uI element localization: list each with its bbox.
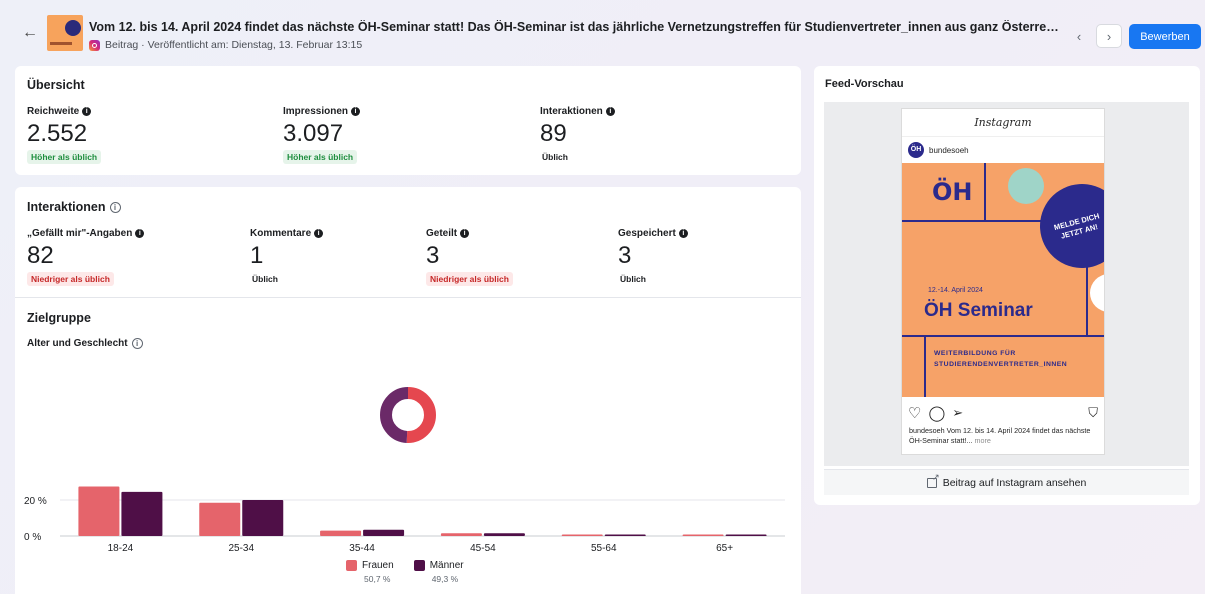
metric-impressions: Impressionen i 3.097 Höher als üblich	[283, 106, 361, 165]
instagram-icon	[89, 39, 100, 51]
legend-item-women: Frauen 50,7 %	[346, 560, 394, 584]
bar-men	[483, 533, 525, 536]
chart-legend: Frauen 50,7 % Männer 49,3 %	[346, 560, 464, 584]
avatar: ÖH	[908, 142, 924, 158]
image-badge-text: MELDE DICH JETZT AN!	[1052, 211, 1101, 241]
overview-title: Übersicht	[27, 78, 85, 92]
post-caption: bundesoeh Vom 12. bis 14. April 2024 fin…	[902, 426, 1104, 446]
metric-value: 3.097	[283, 120, 344, 147]
feed-preview-title: Feed-Vorschau	[825, 78, 904, 90]
legend-percent: 49,3 %	[431, 574, 459, 584]
bookmark-icon[interactable]: ⛉	[1088, 405, 1098, 421]
previous-post-button[interactable]: ‹	[1066, 24, 1092, 48]
metric-interactions: Interaktionen i 89 Üblich	[540, 106, 615, 165]
bar-women	[78, 486, 120, 536]
metric-reach: Reichweite i 2.552 Höher als üblich	[27, 106, 102, 165]
x-tick-label: 55-64	[591, 543, 617, 554]
comment-icon[interactable]: ◯	[928, 404, 945, 422]
share-icon[interactable]: ➢	[952, 405, 963, 421]
thumbnail-circle	[65, 20, 81, 36]
post-author: ÖH bundesoeh	[902, 137, 1104, 163]
thumbnail-bar	[50, 42, 72, 45]
bar-women	[561, 534, 603, 536]
x-tick-label: 65+	[716, 543, 733, 554]
image-teal-circle	[1008, 168, 1044, 204]
age-gender-chart: 20 % 0 % 18-24 25-34 35-44 45-54 55-64 65+	[24, 387, 785, 554]
external-link-icon	[926, 472, 940, 488]
bar-men	[242, 500, 284, 536]
post-image: ÖH MELDE DICH JETZT AN! 12.-14. April 20…	[902, 163, 1104, 397]
metric-value: 89	[540, 120, 567, 147]
x-tick-label: 45-54	[470, 543, 496, 554]
bar-men	[604, 534, 646, 536]
image-title: ÖH Seminar	[924, 300, 1033, 321]
author-name: bundesoeh	[929, 145, 969, 155]
instagram-header: Instagram	[902, 109, 1104, 137]
info-icon[interactable]: i	[605, 107, 615, 116]
bar-men	[363, 529, 405, 536]
bar-men	[725, 534, 767, 536]
x-tick-label: 25-34	[228, 543, 254, 554]
image-logo: ÖH	[932, 178, 973, 206]
post-header: ← Vom 12. bis 14. April 2024 findet das …	[0, 0, 1205, 62]
status-badge: Üblich	[542, 152, 568, 162]
bar-women	[682, 534, 724, 536]
info-icon[interactable]: i	[82, 107, 92, 116]
legend-swatch	[346, 560, 357, 571]
post-thumbnail	[47, 15, 83, 51]
bar-women	[440, 533, 482, 536]
bar-women	[199, 502, 241, 536]
caption-more-link[interactable]: more	[975, 436, 991, 445]
view-link-label: Beitrag auf Instagram ansehen	[942, 476, 1087, 489]
bar-men	[121, 491, 163, 536]
legend-item-men: Männer 49,3 %	[413, 560, 464, 584]
like-icon[interactable]: ♡	[908, 404, 921, 422]
metric-label: Impressionen	[283, 106, 349, 117]
image-line	[902, 335, 1104, 337]
metric-label: Reichweite	[27, 106, 80, 117]
image-date: 12.-14. April 2024	[928, 287, 983, 294]
status-badge: Höher als üblich	[283, 150, 358, 164]
legend-swatch	[413, 560, 425, 571]
status-badge: Höher als üblich	[27, 150, 102, 164]
overview-card: Übersicht Reichweite i 2.552 Höher als üb…	[15, 66, 801, 175]
post-title: Vom 12. bis 14. April 2024 findet das nä…	[89, 20, 1059, 34]
legend-percent: 50,7 %	[364, 574, 391, 584]
legend-label: Frauen	[362, 560, 394, 571]
post-actions: ♡ ◯ ➢ ⛉	[902, 397, 1104, 426]
x-tick-label: 18-24	[108, 543, 134, 554]
interactions-card: Interaktionen i „Gefällt mir"-Angaben i 8…	[15, 187, 801, 594]
legend-label: Männer	[429, 560, 464, 571]
bar-women	[320, 530, 362, 536]
caption-user: bundesoeh	[909, 426, 945, 435]
boost-button[interactable]: Bewerben	[1129, 24, 1201, 49]
instagram-post-preview: Instagram ÖH bundesoeh ÖH MELDE DICH JET…	[901, 108, 1105, 455]
image-subtitle: WEITERBILDUNG FÜR STUDIERENDENVERTRETER_…	[934, 350, 1068, 368]
metric-label: Interaktionen	[540, 106, 603, 117]
y-tick-label: 20 %	[24, 496, 47, 507]
feed-preview-card: Feed-Vorschau Instagram ÖH bundesoeh ÖH …	[814, 66, 1200, 505]
view-on-instagram-link[interactable]: Beitrag auf Instagram ansehen	[824, 469, 1189, 495]
image-line	[984, 163, 986, 220]
metric-value: 2.552	[27, 120, 88, 147]
post-meta: Beitrag · Veröffentlicht am: Dienstag, 1…	[89, 39, 362, 51]
image-line	[924, 335, 926, 397]
back-button[interactable]: ←	[22, 24, 38, 42]
post-meta-text: Beitrag · Veröffentlicht am: Dienstag, 1…	[105, 39, 363, 51]
info-icon[interactable]: i	[351, 107, 361, 116]
y-tick-label: 0 %	[24, 532, 41, 543]
x-tick-label: 35-44	[349, 543, 375, 554]
next-post-button[interactable]: ›	[1096, 24, 1122, 48]
image-white-circle	[1090, 274, 1104, 312]
preview-area: Instagram ÖH bundesoeh ÖH MELDE DICH JET…	[824, 102, 1189, 466]
